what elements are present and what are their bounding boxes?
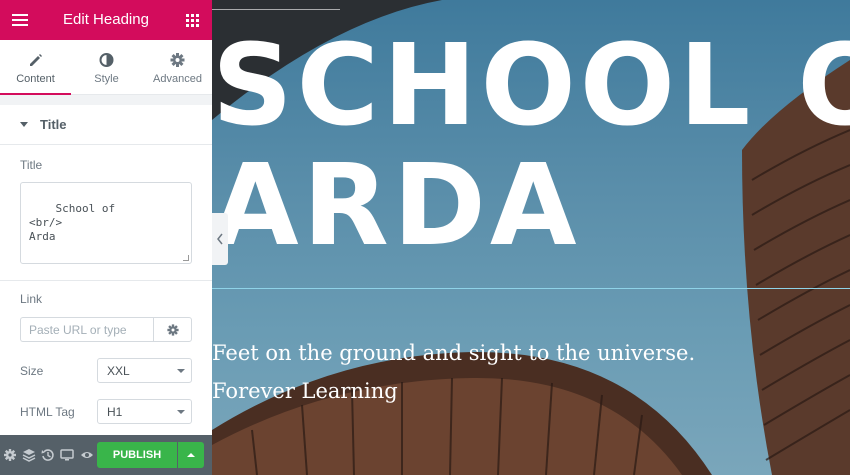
title-textarea[interactable]: School of <br/> Arda xyxy=(20,182,192,264)
collapse-panel-button[interactable] xyxy=(212,213,228,265)
section-spacer xyxy=(0,95,212,105)
html-tag-field-label: HTML Tag xyxy=(20,405,75,419)
publish-button[interactable]: PUBLISH xyxy=(97,442,177,468)
tab-style[interactable]: Style xyxy=(71,40,142,95)
heading-line-1: SCHOOL OF xyxy=(212,21,850,151)
responsive-icon[interactable] xyxy=(60,448,74,462)
link-field-label: Link xyxy=(20,292,43,306)
chevron-down-icon xyxy=(177,369,185,373)
panel-header: Edit Heading xyxy=(0,0,212,40)
widgets-grid-icon[interactable] xyxy=(186,14,199,27)
pencil-icon xyxy=(30,54,42,66)
link-url-input[interactable]: Paste URL or type xyxy=(20,317,153,342)
section-title-toggle[interactable]: Title xyxy=(0,105,212,145)
publish-options-button[interactable] xyxy=(178,442,204,468)
gear-icon xyxy=(167,324,179,336)
preview-heading[interactable]: SCHOOL OF ARDA xyxy=(212,30,850,262)
title-field-label: Title xyxy=(20,158,43,172)
preview-subheading[interactable]: Feet on the ground and sight to the univ… xyxy=(212,334,732,410)
editor-panel: Edit Heading Content Style Advanced Titl… xyxy=(0,0,212,475)
heading-line-2: ARDA xyxy=(212,141,581,271)
panel-tabs: Content Style Advanced xyxy=(0,40,213,96)
size-field-label: Size xyxy=(20,364,44,378)
chevron-down-icon xyxy=(177,410,185,414)
preview-canvas: SCHOOL OF ARDA Feet on the ground and si… xyxy=(212,0,850,475)
tab-content-label: Content xyxy=(16,73,55,85)
tab-advanced-label: Advanced xyxy=(153,73,202,85)
decor-line xyxy=(212,9,340,10)
tab-content[interactable]: Content xyxy=(0,40,71,96)
gear-icon xyxy=(170,53,185,67)
chevron-up-icon xyxy=(187,453,195,457)
panel-title: Edit Heading xyxy=(63,11,149,28)
contrast-icon xyxy=(99,53,114,67)
divider xyxy=(0,280,212,281)
divider-line xyxy=(212,288,850,289)
link-options-button[interactable] xyxy=(153,317,192,342)
history-icon[interactable] xyxy=(41,448,55,462)
chevron-left-icon xyxy=(217,233,223,245)
preview-icon[interactable] xyxy=(80,448,94,462)
settings-icon[interactable] xyxy=(3,448,17,462)
html-tag-select-value: H1 xyxy=(107,405,123,419)
title-textarea-value: School of <br/> Arda xyxy=(29,202,116,243)
html-tag-select[interactable]: H1 xyxy=(97,399,192,424)
size-select-value: XXL xyxy=(107,364,130,378)
tab-style-label: Style xyxy=(94,73,119,85)
section-title-label: Title xyxy=(40,117,67,132)
resize-handle-icon[interactable] xyxy=(183,255,189,261)
layers-icon[interactable] xyxy=(22,448,36,462)
tab-advanced[interactable]: Advanced xyxy=(142,40,213,95)
size-select[interactable]: XXL xyxy=(97,358,192,383)
caret-down-icon xyxy=(20,122,28,127)
